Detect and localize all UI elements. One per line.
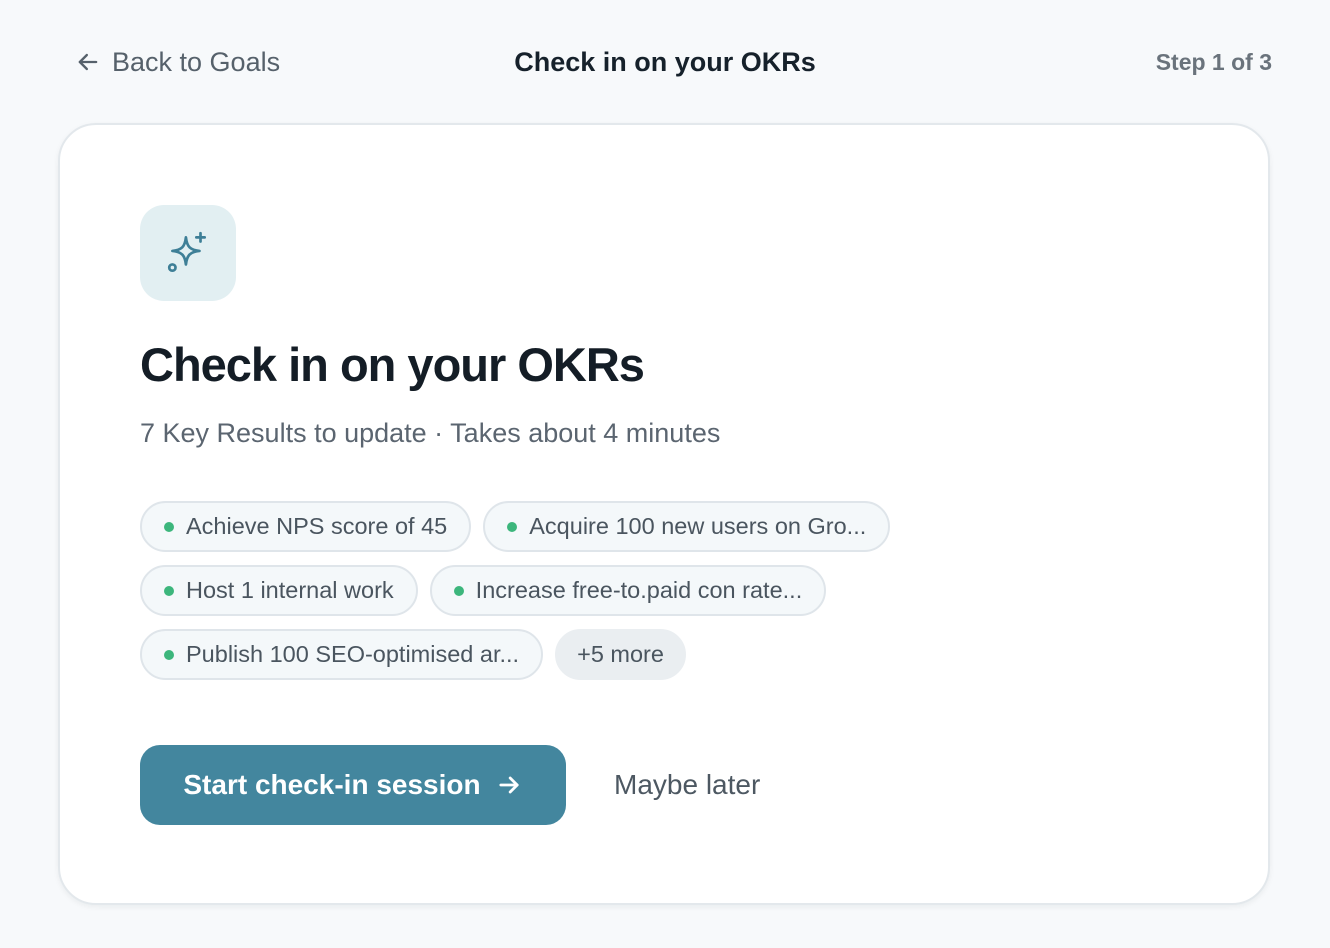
card-title: Check in on your OKRs xyxy=(140,338,645,391)
key-result-chip[interactable]: Achieve NPS score of 45 xyxy=(140,501,472,552)
maybe-later-button[interactable]: Maybe later xyxy=(614,745,760,825)
status-dot-icon xyxy=(507,521,518,532)
page-title: Check in on your OKRs xyxy=(514,47,816,77)
more-chips-label: +5 more xyxy=(577,641,664,667)
chip-label: Achieve NPS score of 45 xyxy=(186,513,448,539)
status-dot-icon xyxy=(164,649,174,660)
arrow-right-icon xyxy=(495,771,523,799)
status-dot-icon xyxy=(164,585,174,596)
step-indicator: Step 1 of 3 xyxy=(1155,49,1272,75)
key-result-chip[interactable]: Acquire 100 new users on Gro... xyxy=(483,501,891,552)
chip-label: Publish 100 SEO-optimised ar... xyxy=(186,641,520,667)
chip-label: Increase free-to.paid con rate... xyxy=(475,577,803,603)
chip-label: Acquire 100 new users on Gro... xyxy=(529,513,867,539)
sparkles-icon xyxy=(163,228,213,278)
key-result-chip[interactable]: Publish 100 SEO-optimised ar... xyxy=(140,629,544,680)
icon-tile xyxy=(140,205,236,301)
more-chips-button[interactable]: +5 more xyxy=(555,629,686,680)
start-check-in-label: Start check-in session xyxy=(183,769,481,800)
status-dot-icon xyxy=(453,585,464,596)
start-check-in-button[interactable]: Start check-in session xyxy=(140,745,566,825)
status-dot-icon xyxy=(164,521,174,532)
card-subtitle: 7 Key Results to update · Takes about 4 … xyxy=(140,418,721,448)
key-result-chip[interactable]: Increase free-to.paid con rate... xyxy=(429,565,827,616)
key-results-chips: Achieve NPS score of 45 Acquire 100 new … xyxy=(140,501,960,693)
top-bar: Back to Goals Check in on your OKRs Step… xyxy=(0,0,1330,124)
check-in-card: Check in on your OKRs 7 Key Results to u… xyxy=(58,123,1270,905)
chip-label: Host 1 internal work xyxy=(186,577,394,603)
key-result-chip[interactable]: Host 1 internal work xyxy=(140,565,418,616)
